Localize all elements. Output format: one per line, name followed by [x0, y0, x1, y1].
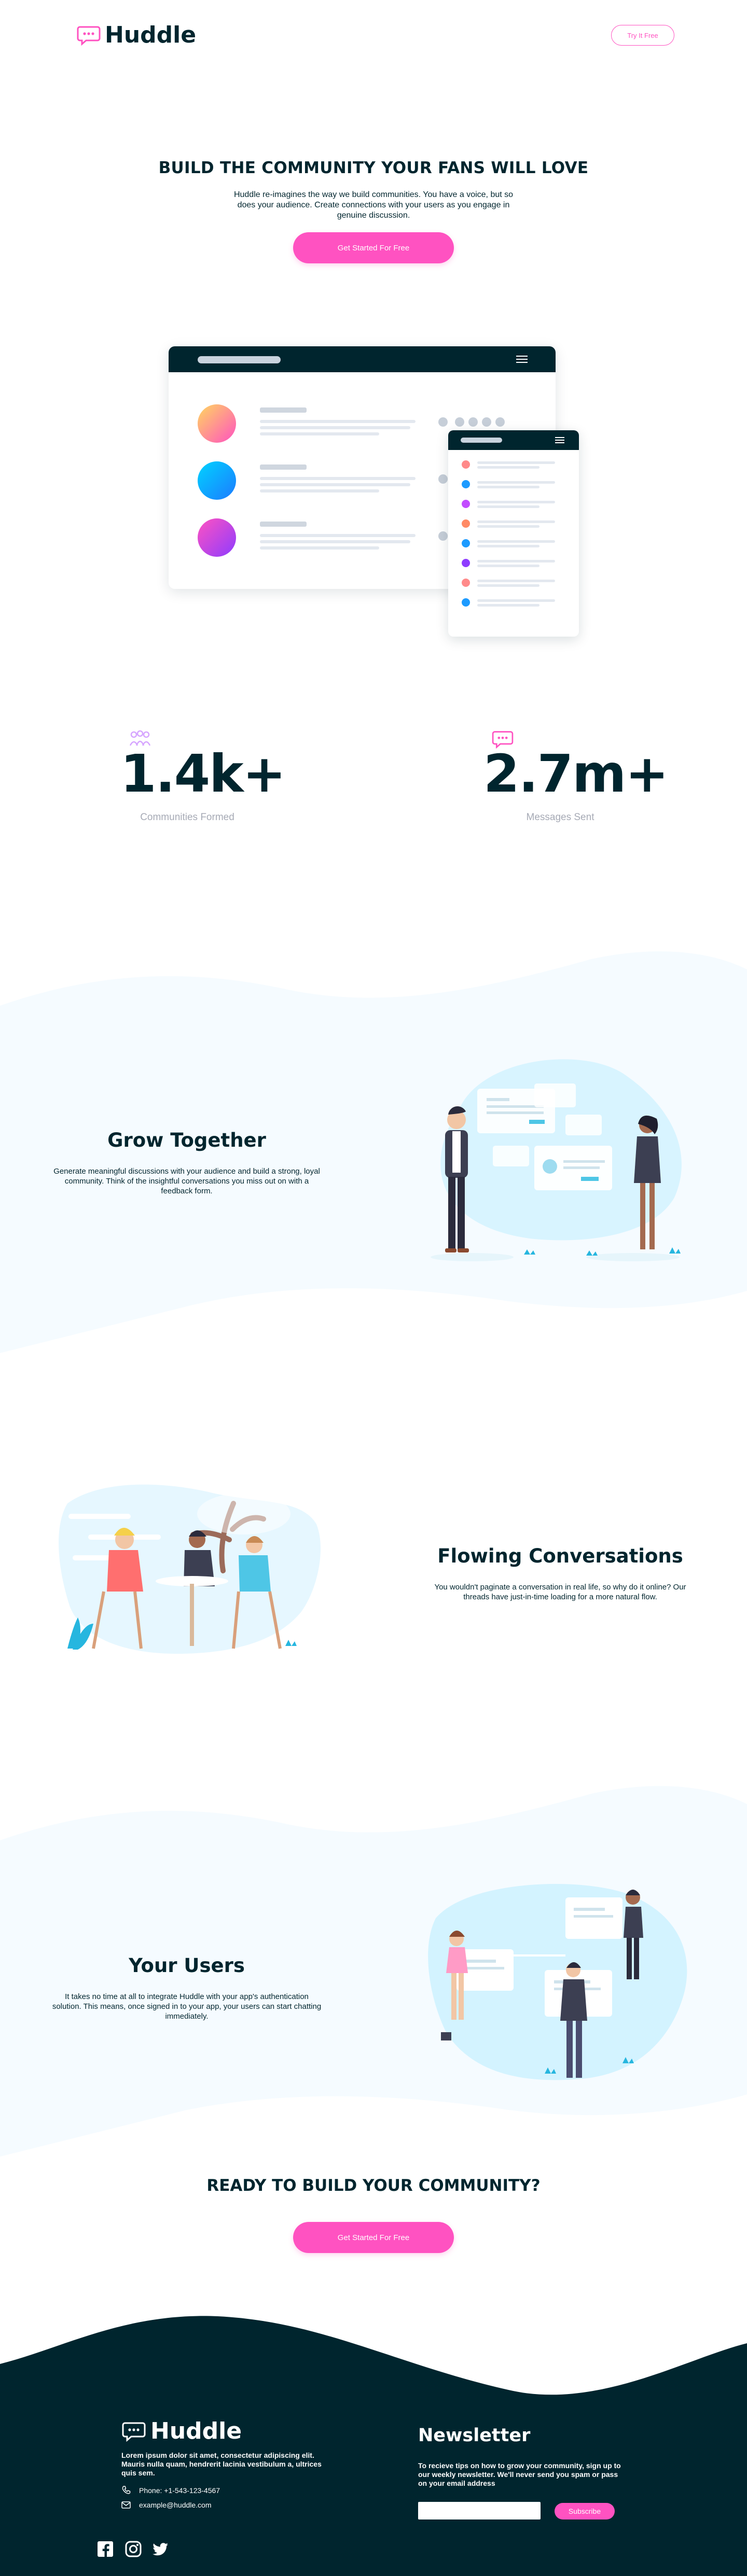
avatar [462, 598, 470, 607]
stat-messages-label: Messages Sent [526, 812, 594, 823]
footer-phone: Phone: +1-543-123-4567 [139, 2486, 220, 2495]
instagram-icon[interactable] [125, 2540, 142, 2558]
avatar [198, 404, 236, 443]
grow-together-illustration [431, 1059, 682, 1261]
avatar [462, 539, 470, 547]
newsletter-title: Newsletter [418, 2425, 531, 2446]
feature-description-flowing-conversations: You wouldn't paginate a conversation in … [434, 1583, 686, 1601]
phone-icon [122, 2486, 131, 2494]
cta-title: READY TO BUILD YOUR COMMUNITY? [206, 2176, 541, 2195]
flowing-conversations-illustration [59, 1484, 321, 1654]
chat-bubble-logo-icon [77, 26, 101, 46]
email-icon [121, 2501, 131, 2509]
mobile-mockup-illustration [448, 430, 579, 637]
avatar [198, 518, 236, 557]
stat-messages-value: 2.7m+ [483, 743, 669, 804]
footer-logo-text: Huddle [150, 2418, 242, 2444]
avatar [462, 500, 470, 508]
twitter-icon[interactable] [151, 2540, 169, 2558]
subscribe-button[interactable]: Subscribe [555, 2503, 615, 2519]
newsletter-email-input[interactable] [418, 2502, 541, 2519]
site-header: Huddle Try It Free [0, 0, 747, 73]
chat-bubble-logo-icon [122, 2422, 146, 2442]
hero-title: BUILD THE COMMUNITY YOUR FANS WILL LOVE [158, 159, 589, 177]
your-users-illustration [428, 1884, 687, 2080]
feature-title-your-users: Your Users [129, 1954, 245, 1977]
try-it-free-button[interactable]: Try It Free [611, 25, 674, 46]
avatar [462, 519, 470, 528]
avatar [462, 480, 470, 488]
feature-description-your-users: It takes no time at all to integrate Hud… [52, 1992, 322, 2021]
hero-get-started-button[interactable]: Get Started For Free [293, 232, 454, 263]
stat-communities-label: Communities Formed [140, 812, 234, 823]
avatar [198, 461, 236, 500]
footer-background [0, 2316, 747, 2576]
feature-title-flowing-conversations: Flowing Conversations [437, 1545, 683, 1567]
page: Huddle Try It Free BUILD THE COMMUNITY Y… [0, 0, 747, 2576]
stat-communities-value: 1.4k+ [120, 743, 286, 804]
header-logo[interactable]: Huddle [77, 22, 196, 48]
hero-description: Huddle re-imagines the way we build comm… [233, 190, 514, 220]
avatar [462, 579, 470, 587]
logo-text: Huddle [105, 22, 197, 48]
avatar [462, 460, 470, 469]
footer-logo[interactable]: Huddle [121, 2418, 242, 2444]
footer-email[interactable]: example@huddle.com [139, 2501, 212, 2509]
feature-description-grow-together: Generate meaningful discussions with you… [53, 1167, 320, 1195]
mockup-title-bar [169, 346, 556, 372]
newsletter-text: To recieve tips on how to grow your comm… [418, 2461, 621, 2487]
facebook-icon[interactable] [96, 2540, 114, 2558]
footer-about-text: Lorem ipsum dolor sit amet, consectetur … [121, 2451, 322, 2477]
avatar [462, 559, 470, 567]
feature-title-grow-together: Grow Together [107, 1129, 266, 1151]
cta-get-started-button[interactable]: Get Started For Free [293, 2222, 454, 2253]
